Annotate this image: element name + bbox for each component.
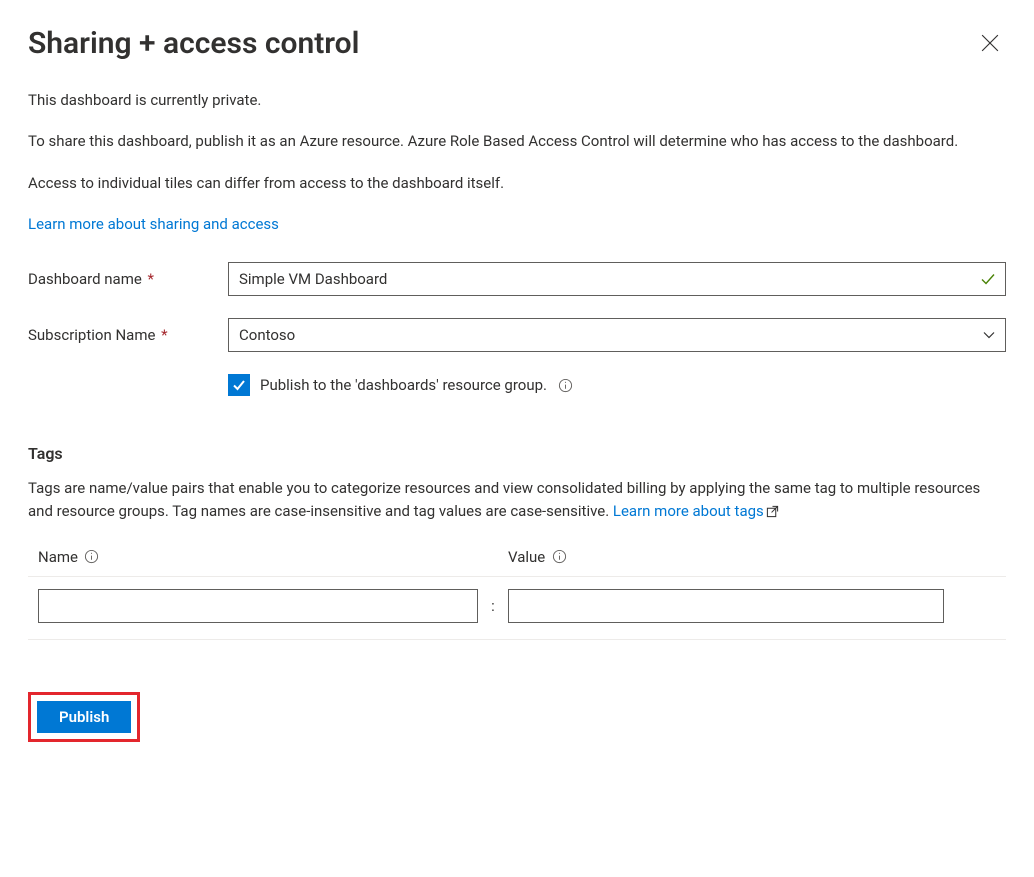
tags-col-name-header: Name <box>38 548 508 566</box>
external-link-icon <box>766 502 779 525</box>
chevron-down-icon[interactable] <box>982 328 996 342</box>
required-indicator: * <box>144 270 154 288</box>
tags-table: Name Value <box>28 548 1006 640</box>
tag-value-input[interactable] <box>508 589 944 623</box>
publish-resource-group-label: Publish to the 'dashboards' resource gro… <box>260 376 547 394</box>
intro-line-1: This dashboard is currently private. <box>28 89 1006 112</box>
dashboard-name-input[interactable] <box>228 262 1006 296</box>
required-indicator: * <box>157 326 167 344</box>
tags-col-value-header: Value <box>508 548 996 566</box>
subscription-select[interactable] <box>228 318 1006 352</box>
page-title: Sharing + access control <box>28 26 359 61</box>
info-icon[interactable] <box>557 377 573 393</box>
publish-button[interactable]: Publish <box>37 701 131 733</box>
tag-name-input[interactable] <box>38 589 478 623</box>
info-icon[interactable] <box>84 549 100 565</box>
learn-tags-link[interactable]: Learn more about tags <box>613 502 779 520</box>
intro-line-2: To share this dashboard, publish it as a… <box>28 130 1006 153</box>
tags-row: : <box>28 577 1006 640</box>
tags-heading: Tags <box>28 444 1006 463</box>
tag-separator: : <box>478 597 508 615</box>
tags-description: Tags are name/value pairs that enable yo… <box>28 477 1006 526</box>
learn-sharing-link[interactable]: Learn more about sharing and access <box>28 215 279 233</box>
close-button[interactable] <box>974 28 1006 60</box>
intro-line-3: Access to individual tiles can differ fr… <box>28 172 1006 195</box>
publish-highlight-box: Publish <box>28 692 140 742</box>
publish-resource-group-checkbox[interactable] <box>228 374 250 396</box>
close-icon <box>981 34 999 55</box>
info-icon[interactable] <box>551 549 567 565</box>
dashboard-name-label: Dashboard name * <box>28 270 228 288</box>
subscription-name-label: Subscription Name * <box>28 326 228 344</box>
